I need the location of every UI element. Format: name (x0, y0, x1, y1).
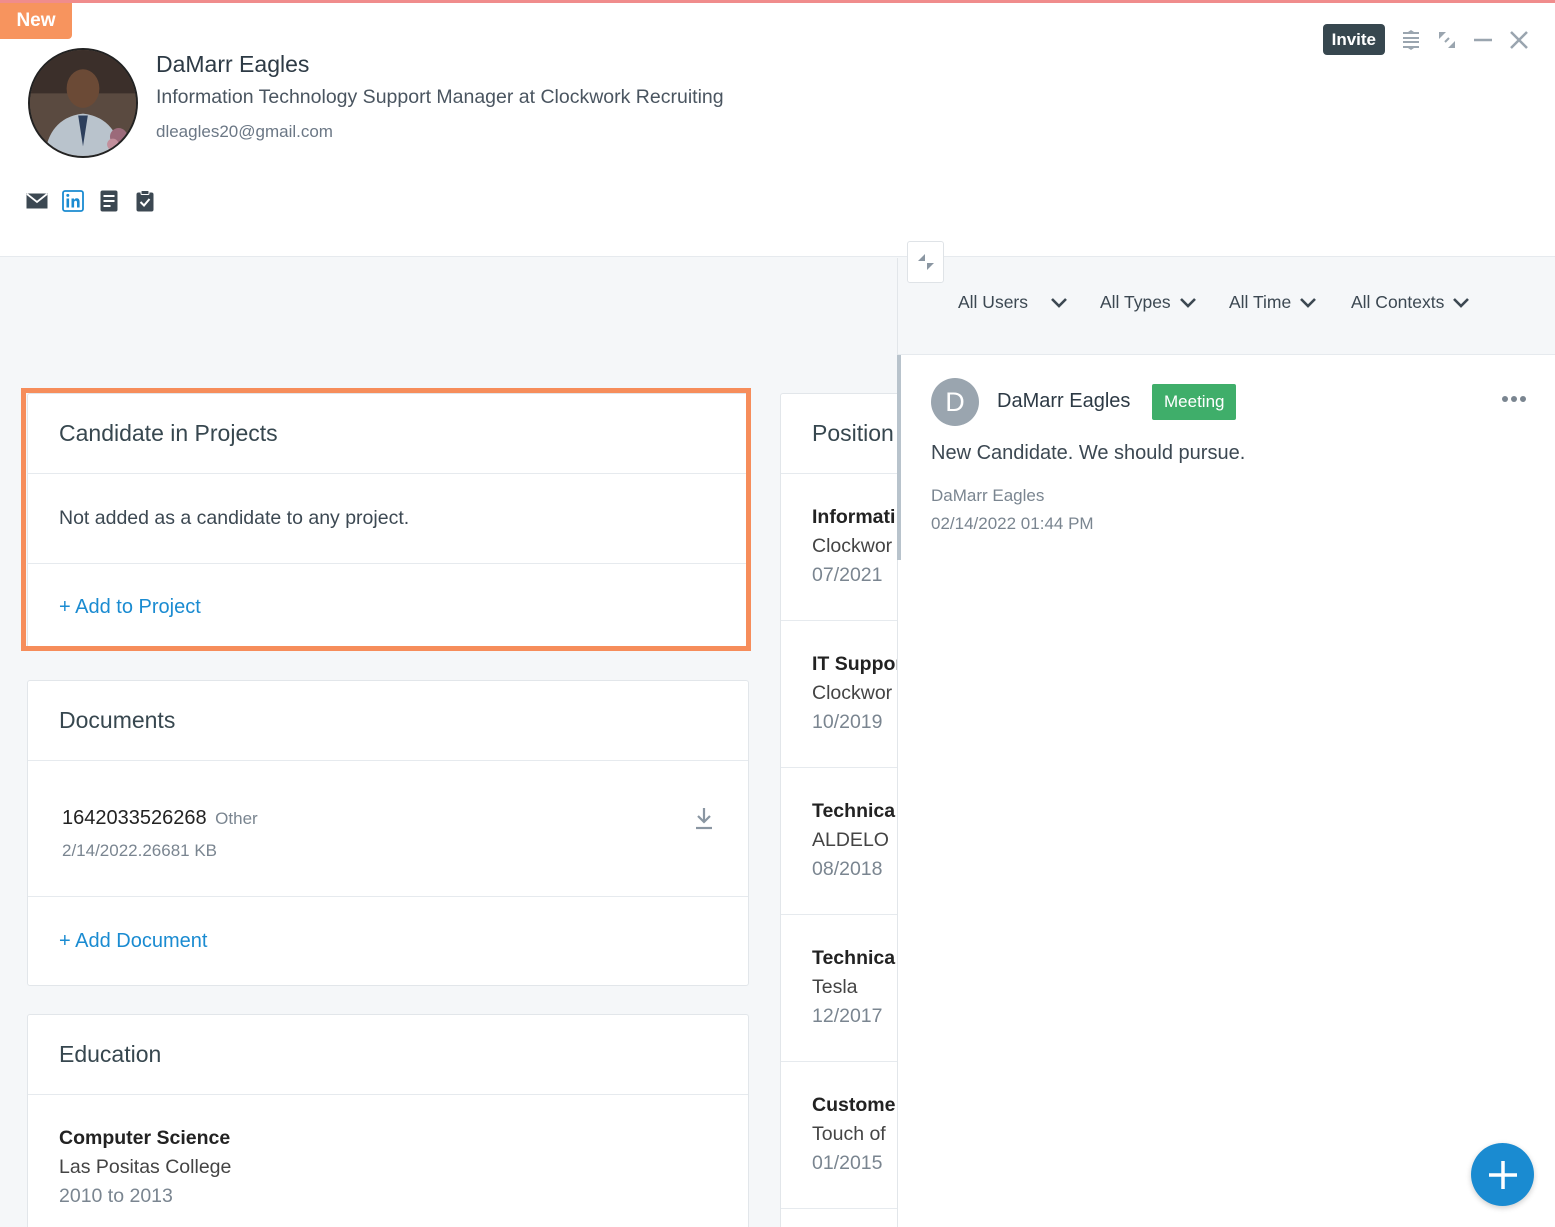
add-to-project-link[interactable]: + Add to Project (59, 596, 201, 618)
document-meta: 2/14/2022.26681 KB (62, 841, 218, 860)
documents-card-heading: Documents (28, 681, 748, 761)
projects-card: Candidate in Projects Not added as a can… (27, 393, 749, 651)
plus-icon (1488, 1160, 1517, 1189)
documents-card: Documents 1642033526268 Other 2/14/2022.… (27, 680, 749, 986)
linkedin-icon[interactable] (62, 189, 84, 213)
window-controls: Invite (1322, 24, 1529, 55)
document-name: 1642033526268 (62, 807, 207, 829)
education-item: Computer Science Las Positas College 201… (28, 1095, 748, 1208)
candidate-email[interactable]: dleagles20@gmail.com (156, 122, 333, 142)
clipboard-check-icon[interactable] (134, 189, 156, 213)
activity-author-avatar: D (931, 378, 979, 426)
filter-time[interactable]: All Time (1229, 292, 1317, 313)
chevron-down-icon (1051, 297, 1067, 308)
invite-button[interactable]: Invite (1322, 24, 1385, 55)
education-school: Las Positas College (59, 1156, 232, 1178)
avatar (28, 48, 138, 158)
new-badge: New (0, 3, 72, 39)
collapse-panel-button[interactable] (907, 241, 944, 283)
minimize-icon[interactable] (1473, 28, 1493, 52)
education-card: Education Computer Science Las Positas C… (27, 1014, 749, 1227)
activity-author-name: DaMarr Eagles (997, 390, 1131, 412)
projects-card-heading: Candidate in Projects (28, 394, 748, 474)
filter-users-label: All Users (958, 292, 1029, 312)
activity-filters: All Users All Types All Time All Context… (898, 258, 1555, 355)
chevron-down-icon (1453, 297, 1470, 308)
activity-scrollbar[interactable] (897, 355, 901, 560)
document-item[interactable]: 1642033526268 Other 2/14/2022.26681 KB (28, 761, 748, 897)
social-icons (26, 189, 156, 213)
projects-empty-text: Not added as a candidate to any project. (28, 474, 748, 564)
filter-types[interactable]: All Types (1100, 292, 1197, 313)
filter-types-label: All Types (1100, 292, 1171, 312)
activity-note: New Candidate. We should pursue. (931, 442, 1246, 464)
activity-timestamp: 02/14/2022 01:44 PM (931, 514, 1094, 533)
activity-type-badge: Meeting (1152, 384, 1237, 420)
document-type: Other (215, 809, 258, 828)
filter-contexts-label: All Contexts (1351, 292, 1445, 312)
add-document-link[interactable]: + Add Document (59, 930, 207, 952)
download-icon[interactable] (694, 806, 714, 835)
candidate-title: Information Technology Support Manager a… (156, 86, 724, 108)
mail-icon[interactable] (26, 189, 48, 213)
close-icon[interactable] (1509, 28, 1529, 52)
chevron-down-icon (1300, 297, 1317, 308)
collapse-icon (917, 254, 934, 270)
compact-icon[interactable] (1401, 28, 1421, 52)
education-card-heading: Education (28, 1015, 748, 1095)
filter-time-label: All Time (1229, 292, 1292, 312)
activity-by: DaMarr Eagles (931, 486, 1045, 505)
document-icon[interactable] (98, 189, 120, 213)
chevron-down-icon (1179, 297, 1196, 308)
add-activity-button[interactable] (1471, 1143, 1534, 1206)
activity-panel: All Users All Types All Time All Context… (897, 258, 1555, 1227)
filter-contexts[interactable]: All Contexts (1351, 292, 1470, 313)
candidate-name: DaMarr Eagles (156, 51, 310, 77)
filter-users[interactable]: All Users (958, 292, 1068, 313)
education-field: Computer Science (59, 1127, 231, 1149)
education-years: 2010 to 2013 (59, 1185, 173, 1207)
more-options-icon[interactable] (1501, 390, 1527, 408)
avatar-photo (30, 50, 136, 156)
expand-icon[interactable] (1437, 28, 1457, 52)
